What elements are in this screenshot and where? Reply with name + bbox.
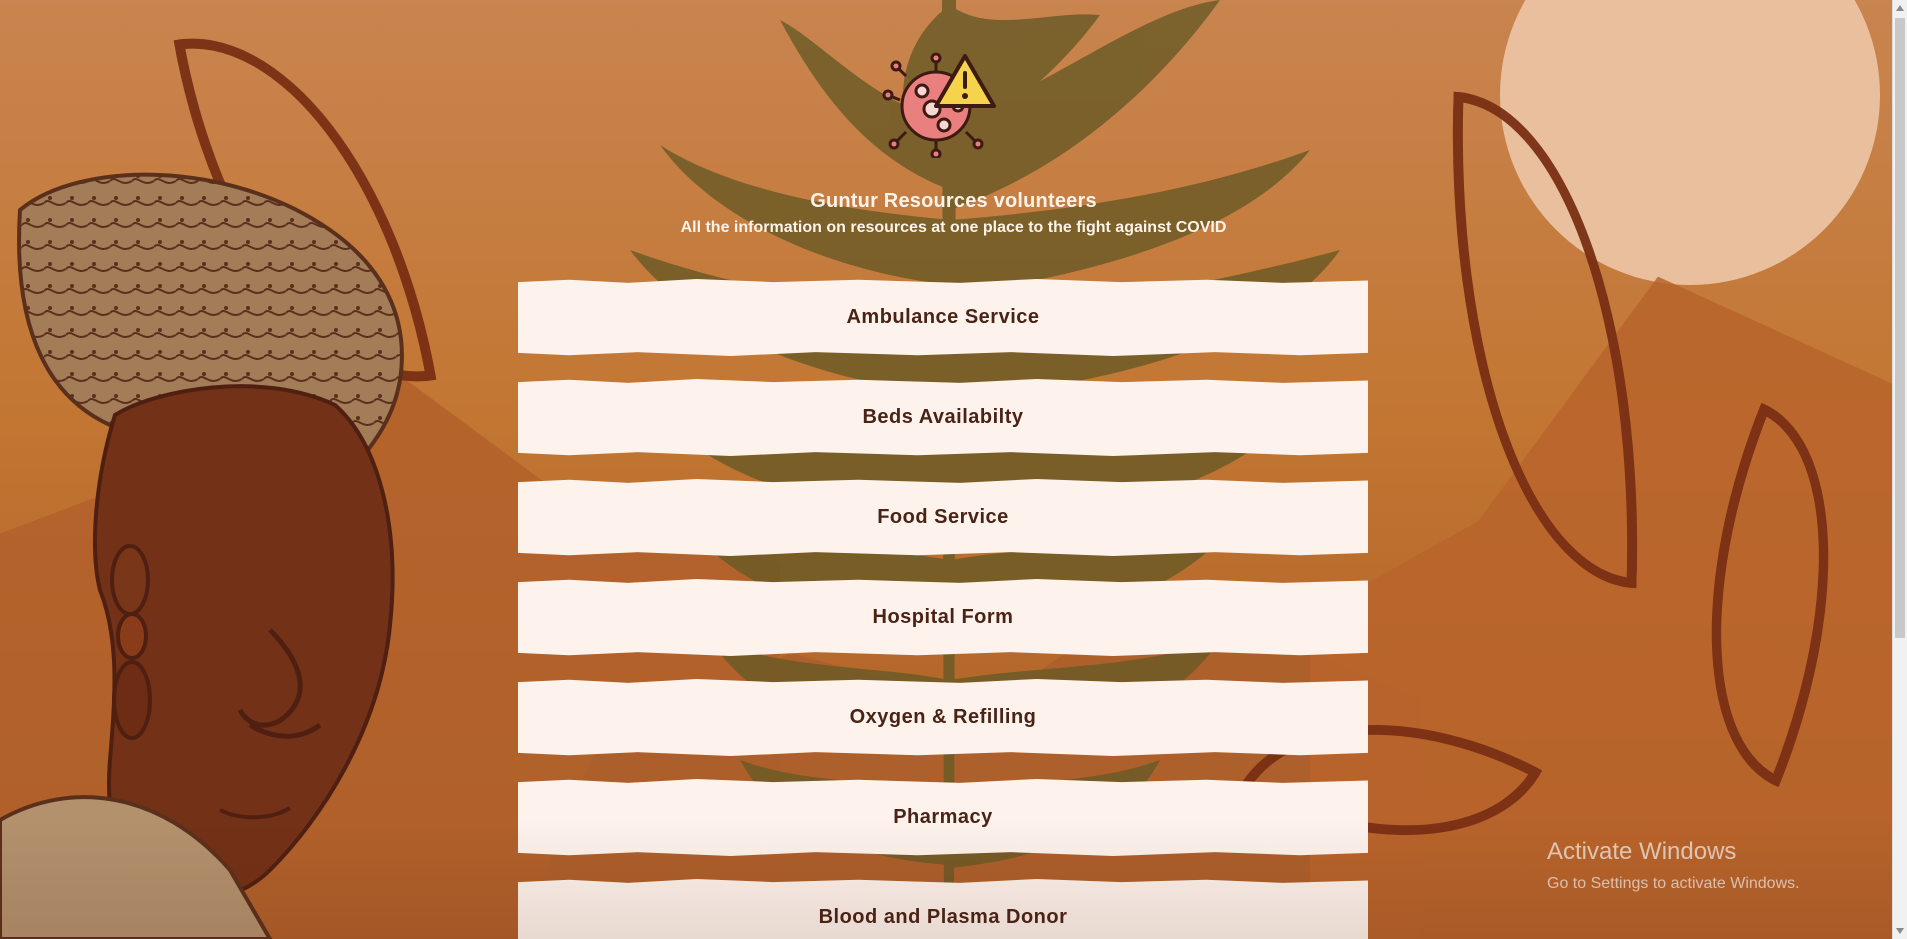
page-subtitle: All the information on resources at one … [680, 219, 1227, 236]
portrait-illustration [0, 172, 404, 939]
beds-availability-button[interactable]: Beds Availabilty [518, 379, 1368, 456]
food-service-button[interactable]: Food Service [518, 479, 1368, 556]
watermark-title: Activate Windows [1547, 838, 1737, 865]
pharmacy-button[interactable]: Pharmacy [518, 779, 1368, 856]
oxygen-refilling-button[interactable]: Oxygen & Refilling [518, 679, 1368, 756]
resource-menu: Ambulance Service Beds Availabilty Food … [518, 279, 1368, 939]
watermark-subtitle: Go to Settings to activate Windows. [1547, 875, 1800, 892]
virus-warning-icon [882, 52, 996, 158]
menu-item-label: Oxygen & Refilling [849, 706, 1037, 728]
page-background: Guntur Resources volunteers All the info… [0, 0, 1907, 939]
page-title: Guntur Resources volunteers [810, 190, 1097, 212]
ambulance-service-button[interactable]: Ambulance Service [518, 279, 1368, 356]
menu-item-label: Hospital Form [872, 606, 1014, 628]
blood-plasma-donor-button[interactable]: Blood and Plasma Donor [518, 879, 1368, 939]
menu-item-label: Pharmacy [893, 806, 993, 828]
scroll-down-icon[interactable] [1896, 928, 1904, 934]
activate-windows-watermark: Activate Windows Go to Settings to activ… [1547, 838, 1800, 895]
scroll-thumb[interactable] [1895, 18, 1905, 638]
menu-item-label: Beds Availabilty [862, 406, 1024, 428]
menu-item-label: Food Service [877, 506, 1009, 528]
menu-item-label: Ambulance Service [846, 306, 1040, 328]
scroll-up-icon[interactable] [1896, 5, 1904, 11]
hospital-form-button[interactable]: Hospital Form [518, 579, 1368, 656]
menu-item-label: Blood and Plasma Donor [818, 906, 1068, 928]
vertical-scrollbar[interactable] [1892, 0, 1907, 939]
